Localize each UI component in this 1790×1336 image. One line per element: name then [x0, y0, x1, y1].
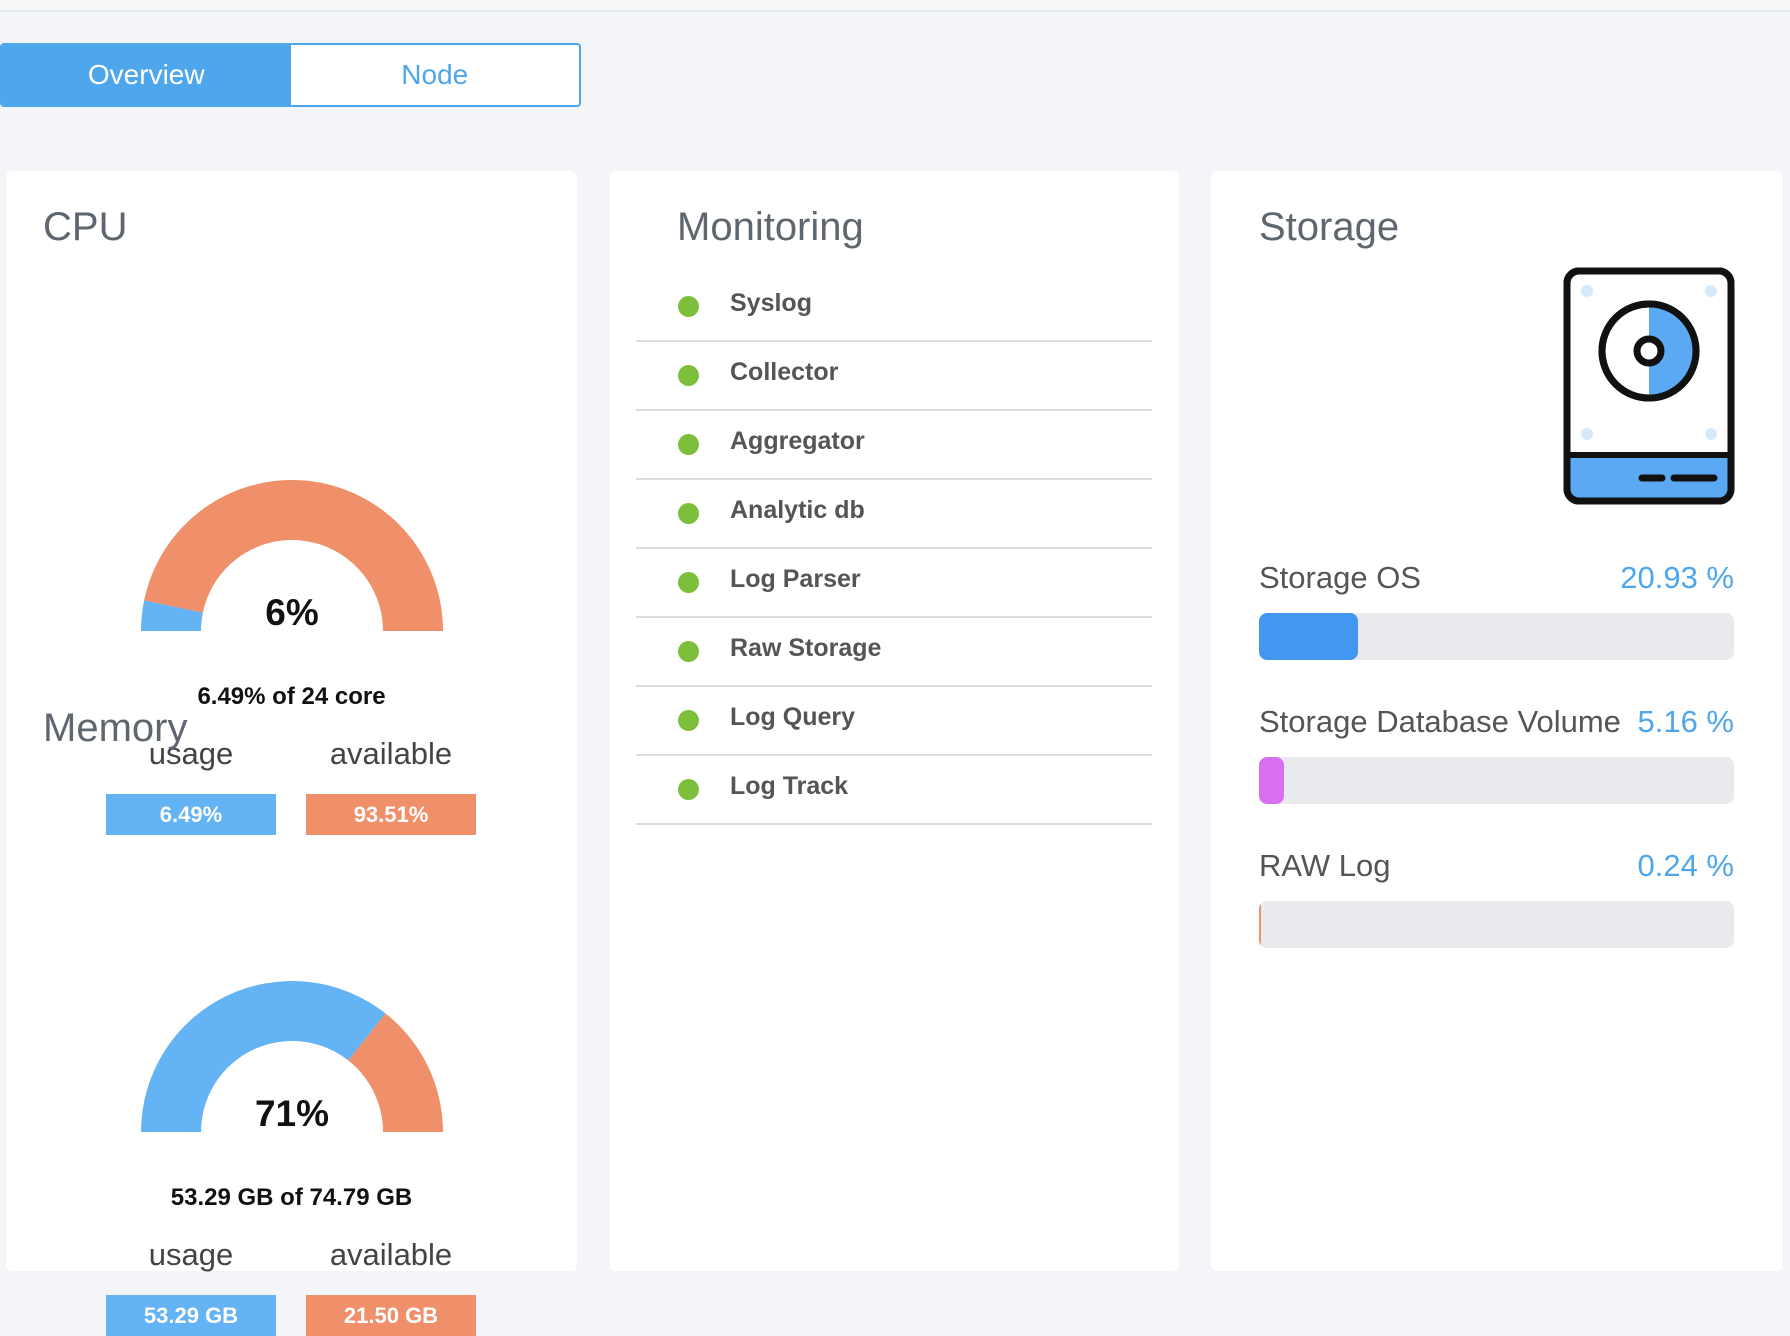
memory-usage-label: usage	[148, 1237, 234, 1272]
monitoring-item-label: Log Track	[730, 772, 849, 800]
cpu-percent-label: 6%	[265, 592, 319, 633]
raw-log-label: RAW Log	[1259, 848, 1391, 883]
storage-os-label: Storage OS	[1259, 560, 1421, 595]
storage-os-bar	[1259, 613, 1734, 660]
monitoring-item-log-query: Log Query	[636, 687, 1152, 756]
status-dot-icon	[678, 503, 699, 524]
monitoring-item-log-parser: Log Parser	[636, 549, 1152, 618]
monitoring-item-syslog: Syslog	[636, 273, 1152, 342]
storage-os-bar-fill	[1259, 613, 1359, 660]
status-dot-icon	[678, 572, 699, 593]
status-dot-icon	[678, 296, 699, 317]
monitoring-item-analytic-db: Analytic db	[636, 480, 1152, 549]
monitoring-title: Monitoring	[677, 205, 864, 249]
monitoring-item-label: Log Query	[730, 703, 856, 731]
cpu-memory-card: CPU 6% 6.49% of 24 core usage available …	[6, 171, 577, 1336]
monitoring-list: Syslog Collector Aggregator Analytic db …	[636, 273, 1152, 825]
monitoring-item-log-track: Log Track	[636, 756, 1152, 825]
status-dot-icon	[678, 641, 699, 662]
tab-node[interactable]: Node	[290, 45, 579, 105]
monitoring-card: Monitoring Syslog Collector Aggregator A…	[610, 171, 1179, 1271]
status-dot-icon	[678, 434, 699, 455]
view-tabs: Overview Node	[0, 43, 581, 107]
monitoring-item-label: Log Parser	[730, 565, 861, 593]
memory-usage-badge: 53.29 GB	[106, 1295, 276, 1336]
monitoring-item-label: Syslog	[730, 289, 812, 317]
memory-summary: 53.29 GB of 74.79 GB	[170, 1184, 413, 1211]
storage-db-value: 5.16 %	[1637, 704, 1734, 739]
tab-overview[interactable]: Overview	[2, 45, 291, 105]
memory-available-label: available	[329, 1237, 453, 1272]
cpu-available-badge: 93.51%	[306, 794, 476, 835]
storage-db-label: Storage Database Volume	[1259, 704, 1621, 739]
status-dot-icon	[678, 779, 699, 800]
monitoring-item-label: Collector	[730, 358, 839, 386]
top-border	[0, 0, 1790, 12]
memory-title: Memory	[43, 706, 188, 750]
hard-disk-icon	[1563, 267, 1735, 505]
cpu-available-label: available	[329, 736, 453, 771]
cpu-usage-badge: 6.49%	[106, 794, 276, 835]
storage-db-bar-fill	[1259, 757, 1284, 804]
storage-card: Storage Storage OS 20.93 % Storage Datab…	[1211, 171, 1782, 1271]
memory-percent-label: 71%	[254, 1093, 330, 1134]
status-dot-icon	[678, 710, 699, 731]
raw-log-value: 0.24 %	[1637, 848, 1734, 883]
raw-log-bar-fill	[1259, 901, 1261, 948]
monitoring-item-collector: Collector	[636, 342, 1152, 411]
monitoring-item-label: Raw Storage	[730, 634, 882, 662]
memory-available-badge: 21.50 GB	[306, 1295, 476, 1336]
monitoring-item-label: Aggregator	[730, 427, 865, 455]
cpu-title: CPU	[43, 205, 128, 249]
raw-log-bar	[1259, 901, 1734, 948]
monitoring-item-raw-storage: Raw Storage	[636, 618, 1152, 687]
storage-db-bar	[1259, 757, 1734, 804]
status-dot-icon	[678, 365, 699, 386]
monitoring-item-label: Analytic db	[730, 496, 865, 524]
storage-title: Storage	[1259, 205, 1400, 249]
monitoring-item-aggregator: Aggregator	[636, 411, 1152, 480]
storage-os-value: 20.93 %	[1620, 560, 1734, 595]
